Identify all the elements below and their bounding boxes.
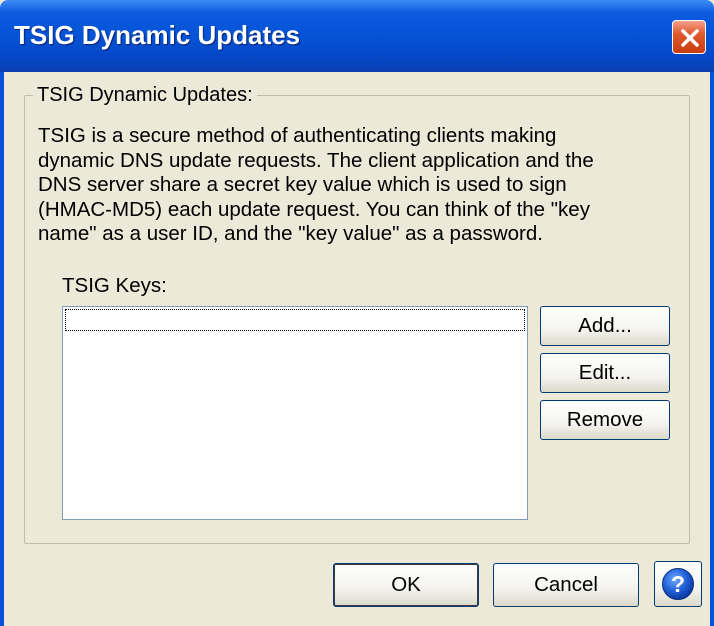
title-bar[interactable]: TSIG Dynamic Updates (0, 0, 714, 72)
description-line: (HMAC-MD5) each update request. You can … (38, 197, 590, 221)
dialog-window: TSIG Dynamic Updates TSIG Dynamic Update… (0, 0, 714, 626)
tsig-keys-list[interactable] (62, 306, 528, 520)
tsig-keys-label: TSIG Keys: (62, 274, 167, 297)
close-icon (681, 29, 699, 47)
help-icon: ? (662, 568, 694, 600)
description-text: TSIG is a secure method of authenticatin… (38, 124, 678, 247)
group-legend: TSIG Dynamic Updates: (37, 84, 253, 106)
svg-text:?: ? (671, 571, 685, 597)
window-title: TSIG Dynamic Updates (14, 20, 301, 50)
description-line: TSIG is a secure method of authenticatin… (38, 124, 557, 147)
help-button[interactable]: ? (654, 561, 702, 607)
description-line: dynamic DNS update requests. The client … (38, 148, 594, 172)
list-focus-rect[interactable] (65, 309, 525, 331)
cancel-button[interactable]: Cancel (493, 563, 639, 607)
description-line: DNS server share a secret key value whic… (38, 173, 567, 196)
window-frame-left (0, 72, 4, 626)
ok-button[interactable]: OK (333, 563, 479, 607)
remove-button[interactable]: Remove (540, 400, 670, 440)
add-button[interactable]: Add... (540, 306, 670, 346)
close-button[interactable] (672, 20, 706, 54)
window-frame-right (710, 72, 714, 626)
description-line: name" as a user ID, and the "key value" … (38, 222, 543, 245)
edit-button[interactable]: Edit... (540, 353, 670, 393)
